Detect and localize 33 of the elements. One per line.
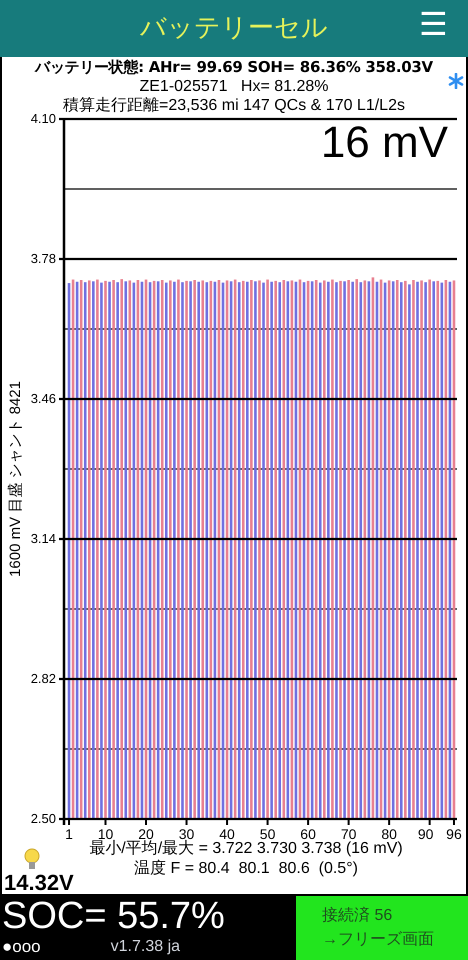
battery-status: バッテリー状態: AHr= 99.69 SOH= 86.36% 358.03V (35, 58, 433, 77)
menu-button[interactable]: ☰ (419, 8, 448, 40)
x-tick-label: 40 (219, 826, 235, 842)
odometer: 積算走行距離=23,536 mi 147 QCs & 170 L1/L2s (63, 96, 405, 115)
version-text: v1.7.38 ja (110, 937, 180, 957)
x-tick-label: 1 (65, 826, 73, 842)
y-tick-label: 3.78 (30, 251, 56, 266)
page-title: バッテリーセル (140, 12, 328, 45)
y-tick-label: 4.10 (30, 111, 56, 126)
pack-id: ZE1-025571 Hx= 81.28% (139, 77, 328, 96)
min-avg-max-text: 最小/平均/最大 = 3.722 3.730 3.738 (16 mV) (89, 840, 403, 859)
aux-voltage: 14.32V (4, 872, 74, 894)
freeze-label: →フリーズ画面 (322, 930, 434, 950)
spread-label: 16 mV (320, 118, 448, 167)
x-tick-label: 90 (418, 826, 434, 842)
x-tick-label: 96 (446, 826, 462, 842)
y-tick-label: 2.82 (30, 671, 56, 686)
connection-status: 接続済 56 (322, 906, 392, 926)
page-dots: ●ooo (2, 936, 41, 958)
soc-reading: SOC= 55.7% (2, 896, 226, 936)
x-tick-label: 70 (340, 826, 356, 842)
asterisk-icon (448, 73, 464, 89)
y-axis-label: 1600 mV 目盛 シャント 8421 (7, 381, 24, 577)
freeze-screen-button[interactable]: 接続済 56 →フリーズ画面 (296, 896, 468, 960)
y-tick-label: 2.50 (30, 811, 56, 826)
temperature-text: 温度 F = 80.4 80.1 80.6 (0.5°) (134, 859, 358, 879)
x-tick-label: 50 (260, 826, 276, 842)
y-tick-label: 3.14 (30, 531, 56, 546)
x-tick-label: 30 (178, 826, 194, 842)
y-tick-label: 3.46 (30, 391, 56, 406)
x-tick-label: 60 (300, 826, 316, 842)
x-tick-label: 80 (381, 826, 397, 842)
light-bulb-icon (24, 848, 40, 872)
